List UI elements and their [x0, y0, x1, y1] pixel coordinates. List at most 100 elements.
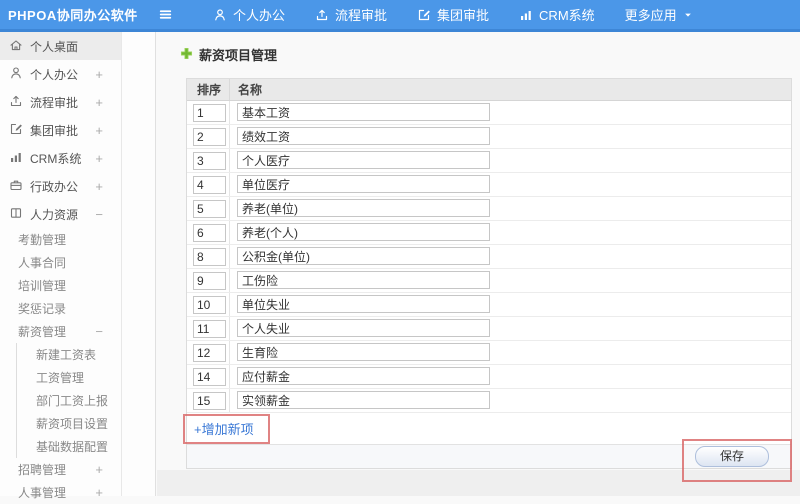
order-input[interactable]	[193, 128, 226, 146]
nav-more-apps[interactable]: 更多应用	[610, 0, 708, 29]
topbar: PHPOA协同办公软件 个人办公 流程审批 集团审批 CRM系统 更多应用	[0, 0, 800, 32]
name-input[interactable]	[237, 175, 490, 193]
order-input[interactable]	[193, 104, 226, 122]
name-input[interactable]	[237, 391, 490, 409]
page-title: 薪资项目管理	[180, 45, 277, 64]
edit-icon	[417, 8, 431, 22]
nav-personal-office[interactable]: 个人办公	[198, 0, 300, 29]
hamburger-menu-icon[interactable]	[158, 7, 180, 22]
order-input[interactable]	[193, 392, 226, 410]
name-input[interactable]	[237, 295, 490, 313]
person-icon	[9, 66, 23, 83]
name-cell	[230, 175, 791, 194]
sidebar-item-label: 流程审批	[30, 94, 78, 111]
sidebar-item-reward-records[interactable]: 奖惩记录	[0, 297, 121, 320]
sidebar-item-salary-management[interactable]: 薪资管理 −	[0, 320, 121, 343]
sidebar-item-payroll-management[interactable]: 工资管理	[17, 366, 121, 389]
order-input[interactable]	[193, 176, 226, 194]
content-footer-strip	[157, 470, 800, 496]
table-row	[187, 125, 791, 149]
order-cell	[187, 389, 230, 412]
name-input[interactable]	[237, 343, 490, 361]
table-row	[187, 341, 791, 365]
expand-indicator[interactable]: +	[95, 123, 103, 138]
expand-indicator[interactable]: +	[95, 151, 103, 166]
expand-indicator[interactable]: +	[95, 179, 103, 194]
name-input[interactable]	[237, 223, 490, 241]
sidebar-item-label: 人事管理	[18, 484, 66, 501]
home-icon	[9, 38, 23, 55]
chart-icon	[9, 150, 23, 167]
sidebar-item-attendance-management[interactable]: 考勤管理	[0, 228, 121, 251]
name-input[interactable]	[237, 319, 490, 337]
name-input[interactable]	[237, 151, 490, 169]
sidebar-item-admin-office[interactable]: 行政办公 +	[0, 172, 121, 200]
table-row	[187, 389, 791, 413]
sidebar-item-department-payroll-report[interactable]: 部门工资上报	[17, 389, 121, 412]
sidebar-item-label: 工资管理	[36, 369, 84, 386]
expand-indicator[interactable]: +	[95, 95, 103, 110]
nav-label: 流程审批	[335, 5, 387, 24]
sidebar-item-label: 个人办公	[30, 66, 78, 83]
sidebar-item-salary-item-settings[interactable]: 薪资项目设置	[17, 412, 121, 435]
sidebar-item-personal-desktop[interactable]: 个人桌面	[0, 32, 121, 60]
order-input[interactable]	[193, 344, 226, 362]
name-input[interactable]	[237, 199, 490, 217]
sidebar-item-human-resources[interactable]: 人力资源 −	[0, 200, 121, 228]
sidebar-item-base-data-config[interactable]: 基础数据配置	[17, 435, 121, 458]
sidebar-item-personnel-management[interactable]: 人事管理 +	[0, 481, 121, 504]
sidebar-item-label: 新建工资表	[36, 346, 96, 363]
sidebar-item-hr-contract[interactable]: 人事合同	[0, 251, 121, 274]
nav-workflow-approval[interactable]: 流程审批	[300, 0, 402, 29]
order-cell	[187, 221, 230, 244]
name-input[interactable]	[237, 127, 490, 145]
main-content: 薪资项目管理 排序 名称	[157, 32, 800, 496]
order-input[interactable]	[193, 248, 226, 266]
order-input[interactable]	[193, 152, 226, 170]
add-new-item-link[interactable]: +增加新项	[194, 419, 254, 438]
save-button[interactable]: 保存	[695, 446, 769, 467]
add-item-row: +增加新项	[187, 413, 791, 444]
nav-label: 个人办公	[233, 5, 285, 24]
book-icon	[9, 206, 23, 223]
sidebar-item-crm-system[interactable]: CRM系统 +	[0, 144, 121, 172]
expand-indicator[interactable]: −	[95, 324, 103, 339]
name-cell	[230, 295, 791, 314]
order-input[interactable]	[193, 296, 226, 314]
salary-items-table: 排序 名称	[186, 78, 792, 469]
page-title-text: 薪资项目管理	[199, 45, 277, 64]
sidebar-item-label: 培训管理	[18, 277, 66, 294]
nav-crm-system[interactable]: CRM系统	[504, 0, 610, 29]
order-input[interactable]	[193, 368, 226, 386]
name-cell	[230, 343, 791, 362]
order-cell	[187, 245, 230, 268]
table-row	[187, 221, 791, 245]
name-input[interactable]	[237, 367, 490, 385]
order-input[interactable]	[193, 272, 226, 290]
nav-group-approval[interactable]: 集团审批	[402, 0, 504, 29]
salary-submenu: 新建工资表 工资管理 部门工资上报 薪资项目设置 基础数据配置	[16, 343, 121, 458]
sidebar-item-label: 招聘管理	[18, 461, 66, 478]
sidebar-item-group-approval[interactable]: 集团审批 +	[0, 116, 121, 144]
sidebar-item-training-management[interactable]: 培训管理	[0, 274, 121, 297]
order-input[interactable]	[193, 200, 226, 218]
sidebar-item-recruitment-management[interactable]: 招聘管理 +	[0, 458, 121, 481]
nav-label: CRM系统	[539, 5, 595, 24]
sidebar-item-workflow-approval[interactable]: 流程审批 +	[0, 88, 121, 116]
person-icon	[213, 8, 227, 22]
sidebar-item-label: 行政办公	[30, 178, 78, 195]
expand-indicator[interactable]: +	[95, 462, 103, 477]
expand-indicator[interactable]: +	[95, 67, 103, 82]
name-input[interactable]	[237, 103, 490, 121]
expand-indicator[interactable]: −	[95, 207, 103, 222]
order-cell	[187, 173, 230, 196]
name-input[interactable]	[237, 247, 490, 265]
order-input[interactable]	[193, 320, 226, 338]
expand-indicator[interactable]: +	[95, 485, 103, 500]
sidebar-item-new-payroll[interactable]: 新建工资表	[17, 343, 121, 366]
briefcase-icon	[9, 178, 23, 195]
name-input[interactable]	[237, 271, 490, 289]
order-input[interactable]	[193, 224, 226, 242]
sidebar-item-personal-office[interactable]: 个人办公 +	[0, 60, 121, 88]
process-icon	[315, 8, 329, 22]
